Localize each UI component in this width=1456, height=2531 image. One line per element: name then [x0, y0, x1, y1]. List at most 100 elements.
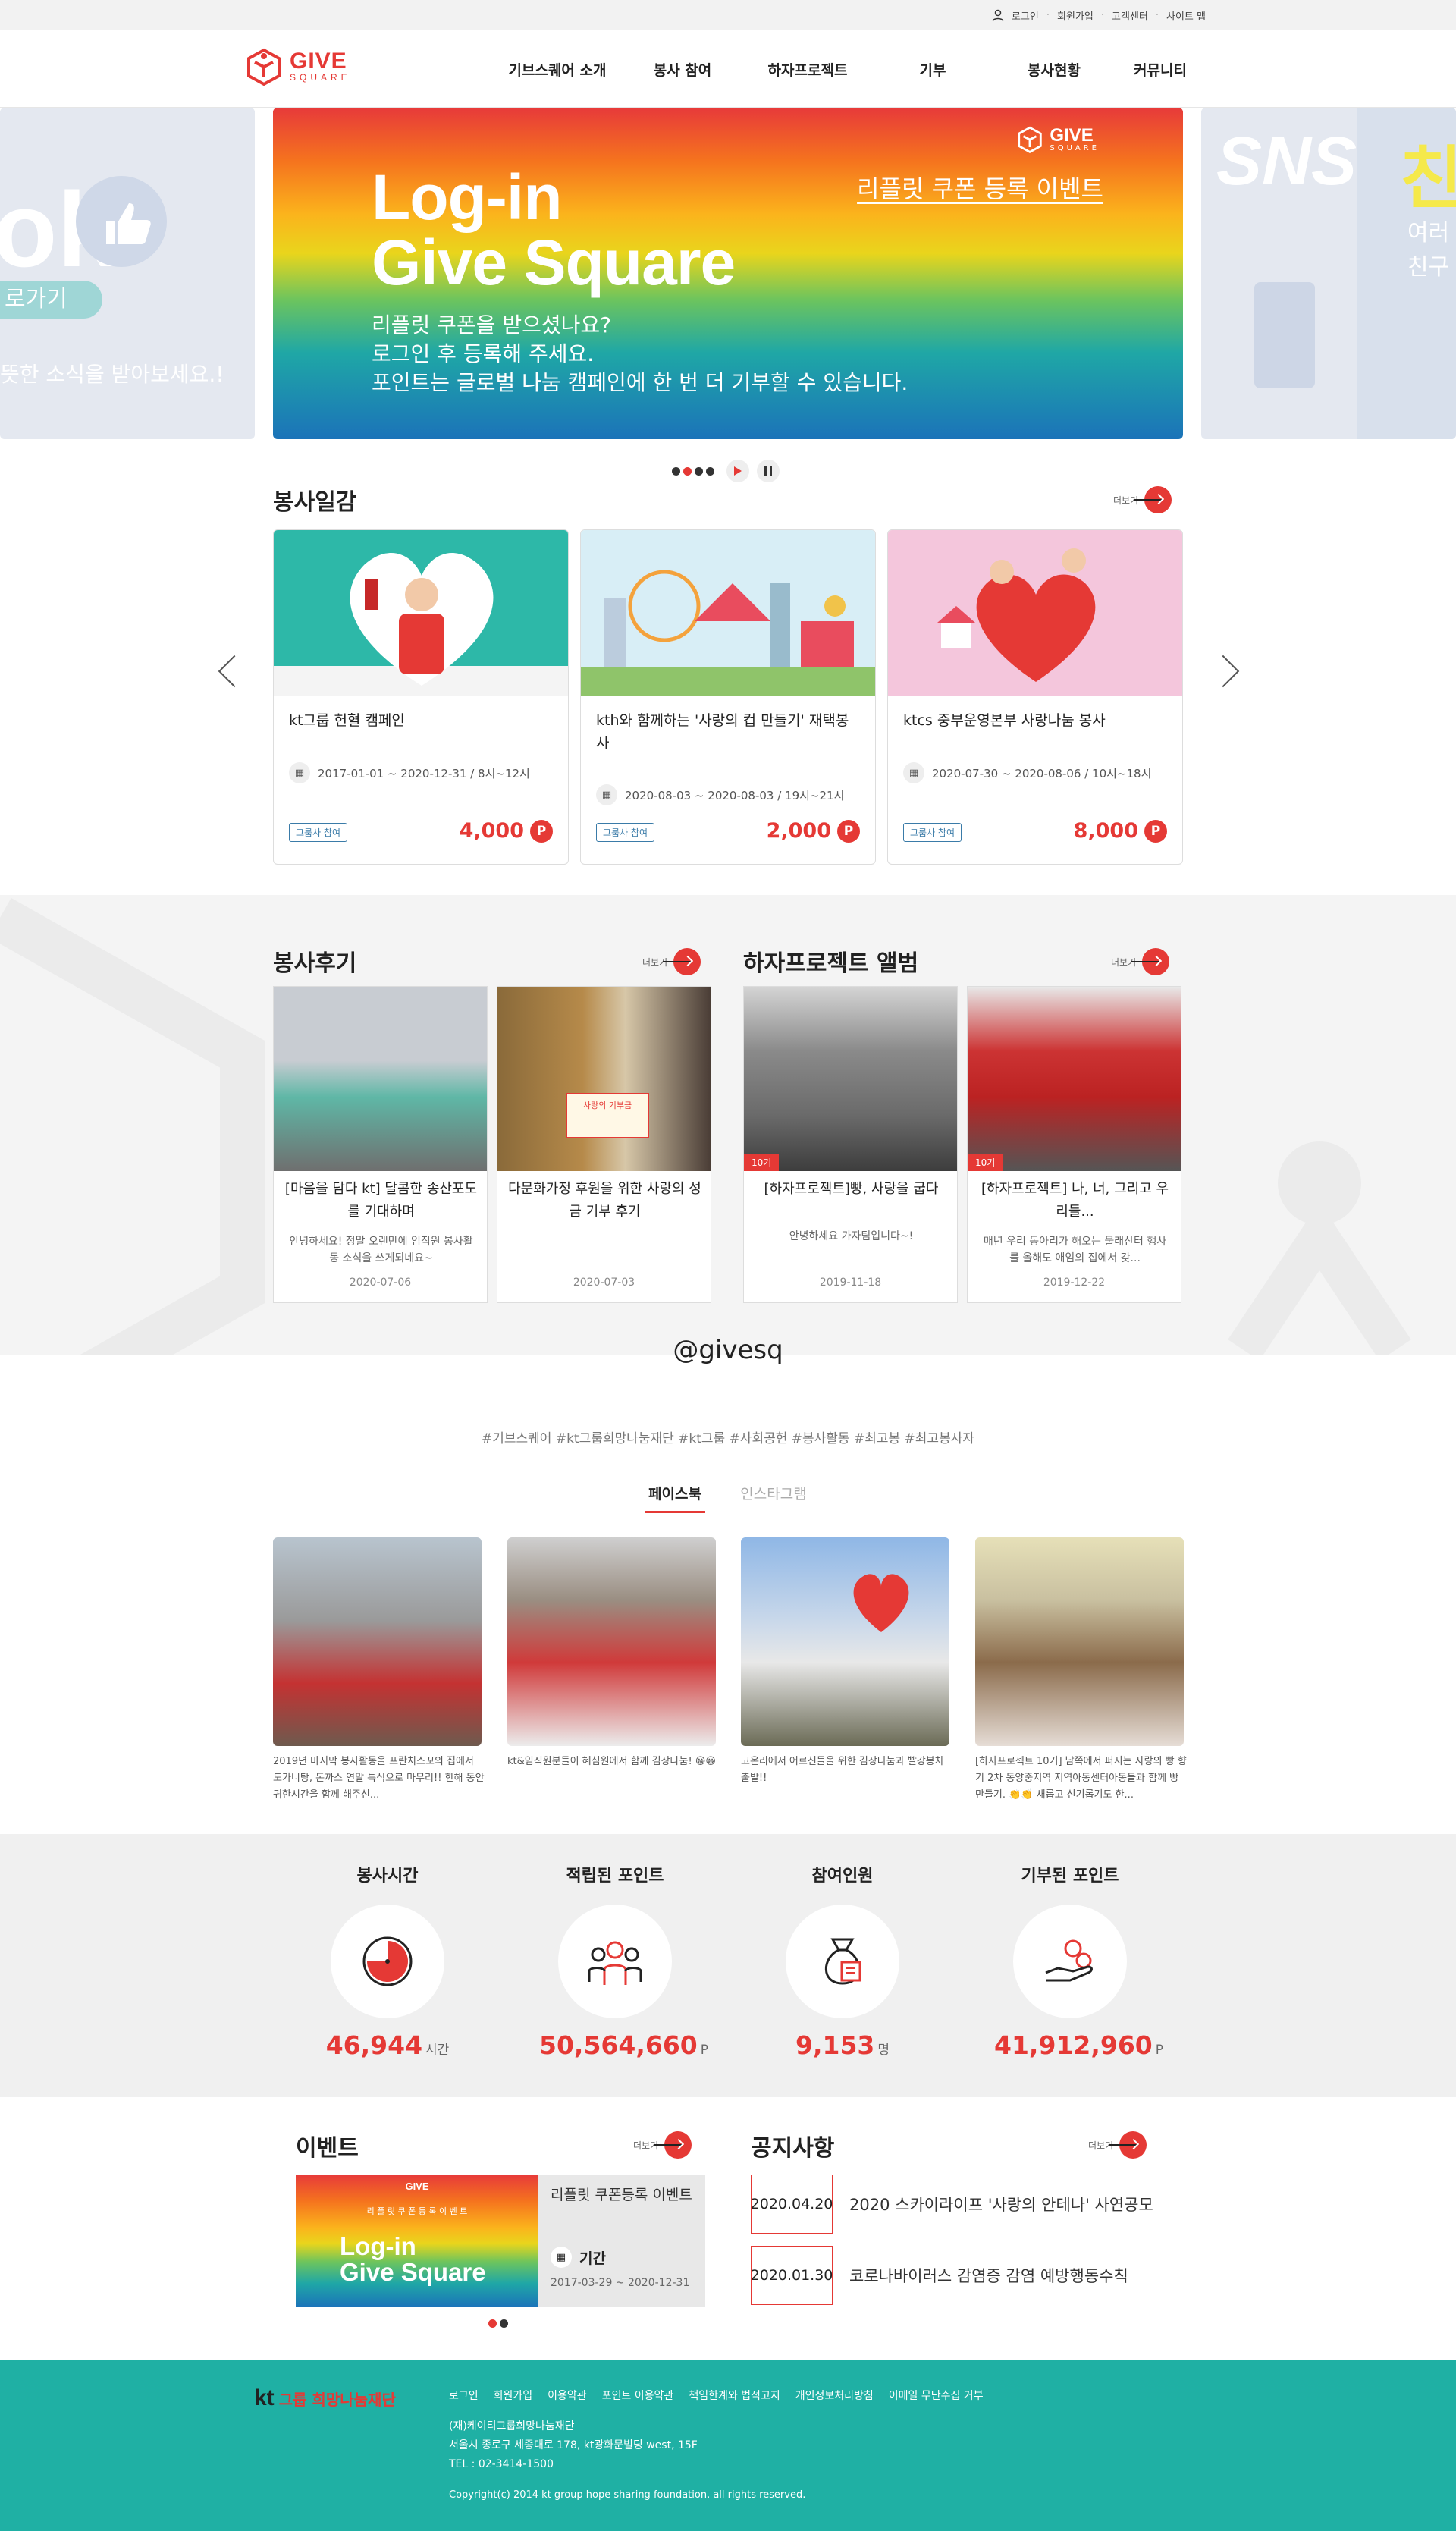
- banner-dot-active[interactable]: [683, 466, 692, 476]
- nav-item-about[interactable]: 기브스퀘어 소개: [493, 59, 622, 80]
- volunteer-more-link[interactable]: 더보기: [1113, 486, 1172, 513]
- sns-post-image[interactable]: [273, 1537, 482, 1746]
- nav-item-volunteer[interactable]: 봉사 참여: [622, 59, 743, 80]
- pause-icon: [764, 466, 772, 476]
- banner-dot[interactable]: [695, 466, 703, 476]
- banner-event-link[interactable]: 리플릿 쿠폰 등록 이벤트: [857, 170, 1103, 205]
- notice-title: 2020 스카이라이프 '사랑의 안테나' 사연공모: [849, 2196, 1153, 2214]
- album-desc: 매년 우리 동아리가 해오는 물래산터 행사를 올해도 애임의 집에서 갖...: [983, 1236, 1167, 1264]
- volunteer-card[interactable]: kt그룹 헌혈 캠페인 ▦ 2017-01-01 ~ 2020-12-31 / 8…: [273, 529, 569, 865]
- sns-post-image[interactable]: [975, 1537, 1184, 1746]
- footer-link-terms[interactable]: 이용약관: [548, 2388, 587, 2403]
- nav-item-community[interactable]: 커뮤니티: [1115, 59, 1206, 80]
- review-title: 다문화가정 후원을 위한 사랑의 성금 기부 후기: [508, 1181, 701, 1220]
- tab-facebook[interactable]: 페이스북: [645, 1483, 705, 1513]
- notice-item[interactable]: 2020.04.20 2020 스카이라이프 '사랑의 안테나' 사연공모: [751, 2175, 1160, 2234]
- banner-dot[interactable]: [706, 466, 714, 476]
- user-icon: [992, 9, 1004, 21]
- stat-donated-points: 기부된 포인트 41,912,960 P: [994, 1862, 1163, 2060]
- carousel-prev-arrow[interactable]: [218, 655, 251, 688]
- notice-date: 2020.04.20: [751, 2175, 833, 2234]
- footer-link-email-refuse[interactable]: 이메일 무단수집 거부: [889, 2388, 984, 2403]
- carousel-next-arrow[interactable]: [1207, 655, 1240, 688]
- next-slide-text2: 친구: [1407, 254, 1450, 281]
- event-dot[interactable]: [500, 2319, 508, 2328]
- event-dot-active[interactable]: [488, 2319, 497, 2328]
- footer-link-login[interactable]: 로그인: [449, 2388, 479, 2403]
- volunteer-card-title: ktcs 중부운영본부 사랑나눔 봉사: [903, 712, 1106, 729]
- banner-logo-text: GIVE SQUARE: [1050, 126, 1100, 152]
- stat-volunteer-hours: 봉사시간 46,944 시간: [312, 1862, 463, 2060]
- sns-post-caption: [하자프로젝트 10기] 남쪽에서 퍼지는 사랑의 빵 향기 2차 동양중지역 …: [975, 1756, 1187, 1801]
- sns-handle: @givesq: [673, 1335, 783, 1365]
- review-card[interactable]: [마음을 담다 kt] 달콤한 송산포도를 기대하며 안녕하세요! 정말 오랜만…: [273, 986, 488, 1303]
- review-card[interactable]: 사랑의 기부금 다문화가정 후원을 위한 사랑의 성금 기부 후기 2020-0…: [497, 986, 711, 1303]
- calendar-icon: ▦: [596, 784, 617, 805]
- stat-unit: P: [1155, 2043, 1164, 2058]
- volunteer-card[interactable]: kth와 함께하는 '사랑의 컵 만들기' 재택봉사 ▦ 2020-08-03 ~…: [580, 529, 876, 865]
- volunteer-card-date: ▦ 2017-01-01 ~ 2020-12-31 / 8시~12시: [289, 762, 530, 783]
- site-logo[interactable]: GIVE SQUARE: [243, 46, 351, 88]
- footer-link-privacy[interactable]: 개인정보처리방침: [795, 2388, 874, 2403]
- banner-next-slide[interactable]: SNS 친 여러 친구: [1201, 108, 1456, 439]
- nav-item-donate[interactable]: 기부: [872, 59, 993, 80]
- arrow-right-icon: [654, 2131, 692, 2159]
- volunteer-card-title: kth와 함께하는 '사랑의 컵 만들기' 재택봉사: [596, 712, 849, 752]
- login-link[interactable]: 로그인: [1012, 8, 1039, 23]
- album-more-link[interactable]: 더보기: [1111, 948, 1170, 975]
- review-photo: 사랑의 기부금: [497, 987, 711, 1171]
- separator: ·: [1155, 9, 1159, 21]
- next-slide-char: 친: [1400, 139, 1456, 218]
- footer-logo-kt: kt: [254, 2385, 275, 2410]
- sns-hashtags: #기브스퀘어 #kt그룹희망나눔재단 #kt그룹 #사회공헌 #봉사활동 #최고…: [482, 1431, 974, 1446]
- album-date: 2019-12-22: [1043, 1276, 1106, 1289]
- event-card[interactable]: GIVE 리 플 릿 쿠 폰 등 록 이 벤 트 Log-in Give Squa…: [296, 2175, 705, 2307]
- event-section-title: 이벤트: [296, 2135, 359, 2162]
- sitemap-link[interactable]: 사이트 맵: [1166, 8, 1206, 23]
- pause-button[interactable]: [757, 460, 780, 482]
- footer-logo: kt 그룹 희망나눔재단: [254, 2385, 396, 2411]
- stat-number: 41,912,960: [994, 2030, 1153, 2060]
- date-text: 2017-01-01 ~ 2020-12-31 / 8시~12시: [318, 766, 530, 780]
- nav-item-status[interactable]: 봉사현황: [993, 59, 1115, 80]
- event-period-label: 기간: [579, 2250, 606, 2267]
- footer: kt 그룹 희망나눔재단 로그인 회원가입 이용약관 포인트 이용약관 책임한계…: [0, 2360, 1456, 2531]
- stat-label: 봉사시간: [356, 1867, 419, 1886]
- phone-illustration: [1254, 282, 1315, 388]
- stat-unit: 명: [877, 2043, 890, 2058]
- volunteer-card-footer: 그룹사 참여 8,000 P: [888, 805, 1182, 864]
- sns-post-image[interactable]: [741, 1537, 949, 1746]
- stat-label: 적립된 포인트: [566, 1867, 664, 1886]
- main-banner[interactable]: GIVE SQUARE 리플릿 쿠폰 등록 이벤트 Log-in Give Squa…: [273, 108, 1183, 439]
- banner-prev-slide[interactable]: ok 로가기 뜻한 소식을 받아보세요.!: [0, 108, 255, 439]
- main-nav: 기브스퀘어 소개 봉사 참여 하자프로젝트 기부 봉사현황 커뮤니티: [493, 30, 1206, 108]
- album-card[interactable]: 10기 [하자프로젝트]빵, 사랑을 굽다 안녕하세요 가자팀입니다~! 201…: [743, 986, 958, 1303]
- points-icon: P: [530, 819, 553, 843]
- points-icon: P: [837, 819, 860, 843]
- signup-link[interactable]: 회원가입: [1057, 8, 1094, 23]
- sns-post-image[interactable]: [507, 1537, 716, 1746]
- album-card[interactable]: 10기 [하자프로젝트] 나, 너, 그리고 우리들... 매년 우리 동아리가…: [967, 986, 1181, 1303]
- event-more-link[interactable]: 더보기: [633, 2131, 692, 2159]
- banner-title-line1: Log-in: [372, 162, 563, 233]
- tab-instagram[interactable]: 인스타그램: [732, 1483, 815, 1503]
- footer-link-legal[interactable]: 책임한계와 법적고지: [689, 2388, 780, 2403]
- play-button[interactable]: [726, 460, 749, 482]
- banner-line1: 리플릿 쿠폰을 받으셨나요?: [372, 312, 612, 338]
- album-photo: 10기: [744, 987, 957, 1171]
- volunteer-card[interactable]: ktcs 중부운영본부 사랑나눔 봉사 ▦ 2020-07-30 ~ 2020-0…: [887, 529, 1183, 865]
- volunteer-card-image: [888, 530, 1182, 696]
- date-text: 2020-08-03 ~ 2020-08-03 / 19시~21시: [625, 788, 845, 802]
- footer-link-signup[interactable]: 회원가입: [494, 2388, 533, 2403]
- support-link[interactable]: 고객센터: [1112, 8, 1148, 23]
- review-more-link[interactable]: 더보기: [642, 948, 701, 975]
- footer-link-point-terms[interactable]: 포인트 이용약관: [602, 2388, 674, 2403]
- volunteer-card-image: [274, 530, 568, 696]
- volunteer-section-title: 봉사일감: [273, 489, 357, 516]
- notice-item[interactable]: 2020.01.30 코로나바이러스 감염증 감염 예방행동수칙: [751, 2246, 1160, 2305]
- footer-info: (재)케이티그룹희망나눔재단 서울시 종로구 세종대로 178, kt광화문빌딩…: [449, 2417, 698, 2474]
- banner-dot[interactable]: [672, 466, 680, 476]
- stat-label: 참여인원: [811, 1867, 874, 1886]
- notice-more-link[interactable]: 더보기: [1088, 2131, 1147, 2159]
- nav-item-haja[interactable]: 하자프로젝트: [743, 59, 872, 80]
